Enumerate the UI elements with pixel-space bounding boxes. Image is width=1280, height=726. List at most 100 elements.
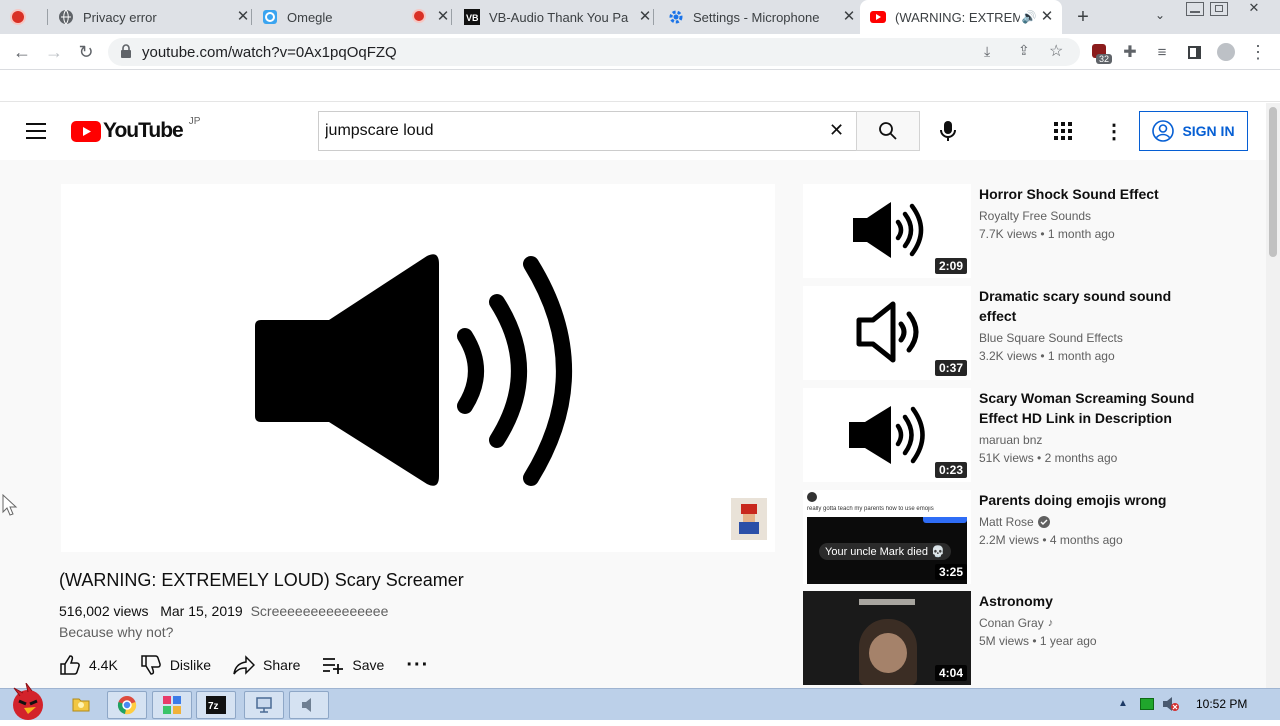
recommended-video[interactable]: 4:04 Astronomy Conan Gray ♪ 5M views • 1… bbox=[803, 591, 1223, 685]
recommended-video[interactable]: 2:09 Horror Shock Sound Effect Royalty F… bbox=[803, 184, 1223, 278]
new-tab-icon[interactable]: + bbox=[1072, 6, 1094, 28]
recommended-title[interactable]: Horror Shock Sound Effect bbox=[979, 184, 1199, 204]
recording-dot-icon bbox=[410, 8, 428, 26]
reload-icon[interactable]: ↻ bbox=[74, 40, 98, 64]
channel-watermark-icon[interactable] bbox=[731, 498, 767, 540]
close-tab-icon[interactable]: ✕ bbox=[434, 8, 452, 26]
lock-icon[interactable] bbox=[120, 44, 132, 64]
close-tab-icon[interactable]: ✕ bbox=[636, 8, 654, 26]
video-thumbnail[interactable]: 4:04 bbox=[803, 591, 971, 685]
share-page-icon[interactable]: ⇪ bbox=[1018, 42, 1030, 59]
save-button[interactable]: Save bbox=[322, 656, 384, 674]
channel-name[interactable]: Blue Square Sound Effects bbox=[979, 331, 1123, 345]
video-duration: 0:37 bbox=[934, 360, 967, 376]
7zip-icon: 7z bbox=[206, 696, 226, 714]
media-controls-icon[interactable]: ≡ bbox=[1150, 40, 1174, 64]
taskbar-clock[interactable]: 10:52 PM bbox=[1196, 697, 1247, 711]
show-hidden-icons-icon[interactable]: ▲ bbox=[1118, 698, 1128, 709]
svg-text:7z: 7z bbox=[208, 701, 219, 712]
extensions-puzzle-icon[interactable]: ✚ bbox=[1118, 40, 1142, 64]
minimize-window-icon[interactable] bbox=[1186, 2, 1204, 16]
tab-omegle[interactable]: Omegle ✕ bbox=[262, 0, 452, 34]
recommended-video[interactable]: 0:37 Dramatic scary sound sound effect B… bbox=[803, 286, 1223, 380]
clear-search-icon[interactable]: ✕ bbox=[829, 120, 844, 141]
recommended-title[interactable]: Parents doing emojis wrong bbox=[979, 490, 1199, 510]
apps-grid-icon[interactable] bbox=[1054, 122, 1072, 140]
share-button[interactable]: Share bbox=[233, 655, 300, 675]
video-stats: 51K views • 2 months ago bbox=[979, 451, 1118, 465]
forward-arrow-icon[interactable]: → bbox=[42, 40, 66, 64]
extension-icon[interactable]: 32 bbox=[1090, 42, 1113, 64]
tray-app-icon[interactable] bbox=[1140, 698, 1154, 710]
sign-in-label: SIGN IN bbox=[1182, 123, 1235, 139]
close-tab-icon[interactable]: ✕ bbox=[840, 8, 858, 26]
tab-vb-audio[interactable]: VB VB-Audio Thank You Pa ✕ bbox=[464, 0, 654, 34]
recommended-title[interactable]: Dramatic scary sound sound effect bbox=[979, 286, 1199, 326]
search-input[interactable] bbox=[325, 120, 805, 142]
video-title: (WARNING: EXTREMELY LOUD) Scary Screamer bbox=[59, 570, 464, 590]
bookmark-star-icon[interactable]: ☆ bbox=[1049, 41, 1063, 61]
video-stats: 2.2M views • 4 months ago bbox=[979, 533, 1123, 547]
address-bar[interactable]: youtube.com/watch?v=0Ax1pqOqFZQ ⤓ ⇪ ☆ bbox=[108, 38, 1080, 66]
tab-youtube-active[interactable]: (WARNING: EXTREM 🔊 ✕ bbox=[860, 0, 1062, 34]
tab-audio-playing-icon[interactable]: 🔊 bbox=[1020, 8, 1038, 26]
channel-name[interactable]: Royalty Free Sounds bbox=[979, 209, 1091, 223]
video-tags[interactable]: Screeeeeeeeeeeeeee bbox=[251, 603, 389, 619]
install-app-icon[interactable]: ⤓ bbox=[984, 43, 990, 60]
profile-avatar-icon[interactable] bbox=[1214, 40, 1238, 64]
taskbar-chrome[interactable] bbox=[107, 691, 147, 719]
channel-name[interactable]: Conan Gray ♪ bbox=[979, 616, 1053, 630]
voice-search-microphone-icon[interactable] bbox=[938, 120, 958, 147]
video-player[interactable] bbox=[61, 184, 775, 552]
more-actions-icon[interactable]: ··· bbox=[406, 654, 429, 677]
tab-search-chevron-icon[interactable]: ⌄ bbox=[1150, 8, 1170, 26]
start-button[interactable] bbox=[6, 682, 50, 721]
video-thumbnail[interactable]: 0:23 bbox=[803, 388, 971, 482]
page-scrollbar[interactable] bbox=[1266, 103, 1280, 688]
scrollbar-thumb[interactable] bbox=[1269, 107, 1277, 257]
video-thumbnail[interactable]: really gotta teach my parents how to use… bbox=[803, 490, 971, 584]
video-metadata: 516,002 views Mar 15, 2019 Screeeeeeeeee… bbox=[59, 603, 388, 619]
side-panel-icon[interactable] bbox=[1182, 40, 1206, 64]
channel-name[interactable]: Matt Rose bbox=[979, 515, 1050, 529]
video-thumbnail[interactable]: 2:09 bbox=[803, 184, 971, 278]
settings-more-icon[interactable]: ⋮ bbox=[1104, 119, 1124, 144]
hamburger-menu-icon[interactable] bbox=[26, 123, 46, 139]
taskbar-app-colorful[interactable] bbox=[152, 691, 192, 719]
tab-title: VB-Audio Thank You Pa bbox=[489, 9, 629, 25]
recording-dot-icon bbox=[10, 9, 26, 25]
restore-window-icon[interactable] bbox=[1210, 2, 1228, 16]
tab-recording[interactable] bbox=[10, 0, 48, 34]
folder-icon[interactable] bbox=[72, 696, 90, 712]
back-arrow-icon[interactable]: ← bbox=[10, 40, 34, 64]
video-stats: 7.7K views • 1 month ago bbox=[979, 227, 1115, 241]
youtube-header: YouTube JP ✕ ⋮ SIGN IN bbox=[0, 103, 1266, 160]
browser-menu-icon[interactable]: ⋮ bbox=[1246, 40, 1270, 64]
url-text: youtube.com/watch?v=0Ax1pqOqFZQ bbox=[142, 44, 397, 61]
tab-privacy-error[interactable]: Privacy error ✕ bbox=[58, 0, 252, 34]
search-box: ✕ bbox=[318, 111, 857, 151]
close-window-icon[interactable]: ✕ bbox=[1240, 0, 1268, 16]
recommended-video[interactable]: really gotta teach my parents how to use… bbox=[803, 490, 1223, 584]
taskbar-volume-mixer[interactable] bbox=[289, 691, 329, 719]
browser-toolbar: ← → ↻ youtube.com/watch?v=0Ax1pqOqFZQ ⤓ … bbox=[0, 34, 1280, 70]
recommended-title[interactable]: Scary Woman Screaming Sound Effect HD Li… bbox=[979, 388, 1199, 428]
youtube-logo[interactable]: YouTube JP bbox=[71, 116, 200, 143]
sign-in-button[interactable]: SIGN IN bbox=[1139, 111, 1248, 151]
recommended-title[interactable]: Astronomy bbox=[979, 591, 1199, 611]
network-computer-icon bbox=[256, 697, 272, 713]
dislike-button[interactable]: Dislike bbox=[140, 654, 211, 676]
video-description[interactable]: Because why not? bbox=[59, 624, 173, 640]
close-tab-icon[interactable]: ✕ bbox=[234, 8, 252, 26]
search-button[interactable] bbox=[856, 111, 920, 151]
video-thumbnail[interactable]: 0:37 bbox=[803, 286, 971, 380]
recommended-video[interactable]: 0:23 Scary Woman Screaming Sound Effect … bbox=[803, 388, 1223, 482]
volume-muted-icon[interactable] bbox=[1162, 696, 1180, 717]
like-button[interactable]: 4.4K bbox=[59, 654, 118, 676]
tab-title: Omegle bbox=[287, 9, 333, 25]
channel-name[interactable]: maruan bnz bbox=[979, 433, 1042, 447]
tab-settings-microphone[interactable]: Settings - Microphone ✕ bbox=[668, 0, 858, 34]
taskbar-7zip[interactable]: 7z bbox=[196, 691, 236, 719]
close-tab-icon[interactable]: ✕ bbox=[1038, 8, 1056, 26]
taskbar-network-app[interactable] bbox=[244, 691, 284, 719]
